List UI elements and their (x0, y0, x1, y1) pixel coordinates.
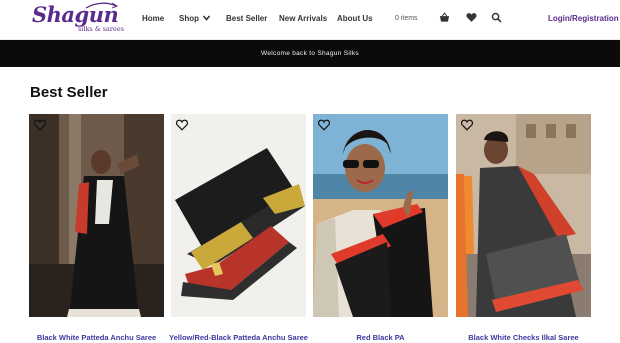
product-title[interactable]: Yellow/Red-Black Patteda Anchu Saree (165, 333, 312, 343)
product-card[interactable]: Red Black PA (313, 114, 448, 343)
section-title: Best Seller (30, 84, 108, 101)
nav-about-us[interactable]: About Us (337, 13, 373, 25)
product-title[interactable]: Black White Patteda Anchu Saree (23, 333, 170, 343)
login-registration-link[interactable]: Login/Registration (548, 13, 619, 25)
announcement-text: Welcome back to Shagun Silks (261, 50, 359, 57)
nav-home[interactable]: Home (142, 13, 164, 25)
nav-new-arrivals[interactable]: New Arrivals (279, 13, 327, 25)
wishlist-heart-icon[interactable] (176, 119, 188, 131)
logo-wordmark: Shagun (32, 2, 119, 27)
wishlist-heart-icon[interactable] (318, 119, 330, 131)
cart-count[interactable]: 0 items (395, 14, 418, 24)
logo-tagline: silks & sarees (78, 25, 125, 33)
announcement-bar: Welcome back to Shagun Silks (0, 40, 620, 67)
shagun-logo[interactable]: Shagun silks & sarees (30, 2, 125, 36)
wishlist-heart-icon[interactable] (466, 12, 477, 23)
product-card[interactable]: Yellow/Red-Black Patteda Anchu Saree (169, 114, 308, 343)
chevron-down-icon[interactable] (203, 15, 210, 21)
product-title[interactable]: Black White Checks Ilkal Saree (450, 333, 597, 343)
product-card[interactable]: Black White Checks Ilkal Saree (456, 114, 591, 343)
product-title[interactable]: Red Black PA (307, 333, 454, 343)
product-image[interactable] (313, 114, 448, 317)
product-image[interactable] (29, 114, 164, 317)
product-image[interactable] (456, 114, 591, 317)
nav-shop[interactable]: Shop (179, 13, 199, 25)
wishlist-heart-icon[interactable] (34, 119, 46, 131)
product-image[interactable] (171, 114, 306, 317)
site-header: Shagun silks & sarees Home Shop Best Sel… (0, 0, 620, 40)
cart-basket-icon[interactable] (439, 12, 450, 23)
product-card[interactable]: Black White Patteda Anchu Saree (29, 114, 164, 343)
wishlist-heart-icon[interactable] (461, 119, 473, 131)
nav-best-seller[interactable]: Best Seller (226, 13, 267, 25)
search-icon[interactable] (491, 12, 502, 23)
